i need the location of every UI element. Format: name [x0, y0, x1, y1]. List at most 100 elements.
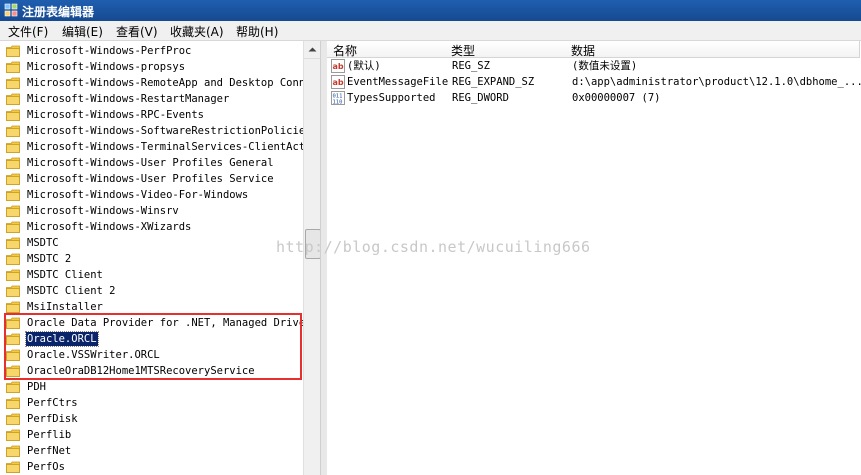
binary-value-icon: 011 110 [331, 91, 345, 105]
folder-icon [6, 189, 20, 201]
tree-item-label: Microsoft-Windows-PerfProc [27, 45, 192, 57]
folder-icon [6, 173, 20, 185]
title-bar: 注册表编辑器 [0, 0, 861, 21]
tree-item[interactable]: Microsoft-Windows-RestartManager [0, 91, 305, 107]
tree-item-label: Microsoft-Windows-RPC-Events [27, 109, 205, 121]
tree-item[interactable]: Microsoft-Windows-RPC-Events [0, 107, 305, 123]
highlight-annotation-box [4, 313, 302, 380]
folder-icon [6, 413, 20, 425]
tree-item-label: MSDTC 2 [27, 253, 72, 265]
value-type: REG_DWORD [452, 92, 509, 104]
column-header-type[interactable]: 类型 [445, 41, 566, 58]
tree-item[interactable]: PerfDisk [0, 411, 305, 427]
arrow-up-icon [308, 47, 317, 52]
column-header-name[interactable]: 名称 [327, 41, 446, 58]
tree-item[interactable]: Microsoft-Windows-Video-For-Windows [0, 187, 305, 203]
tree-item-label: Microsoft-Windows-Video-For-Windows [27, 189, 249, 201]
value-row[interactable]: ab (默认) REG_SZ (数值未设置) [327, 58, 861, 74]
value-data: 0x00000007 (7) [572, 92, 661, 104]
folder-icon [6, 157, 20, 169]
value-name: TypesSupported [347, 92, 436, 104]
value-type: REG_EXPAND_SZ [452, 76, 535, 88]
menu-file[interactable]: 文件(F) [8, 23, 48, 40]
tree-item[interactable]: MSDTC [0, 235, 305, 251]
value-data: d:\app\administrator\product\12.1.0\dbho… [572, 76, 861, 88]
tree-scrollbar[interactable] [303, 41, 321, 475]
folder-icon [6, 301, 20, 313]
tree-item[interactable]: Microsoft-Windows-TerminalServices-Clien… [0, 139, 318, 155]
tree-item-label: PerfOs [27, 461, 65, 473]
value-name: EventMessageFile [347, 76, 449, 88]
key-tree[interactable]: Microsoft-Windows-PerfProc Microsoft-Wind… [0, 41, 320, 475]
tree-item-label: MsiInstaller [27, 301, 103, 313]
folder-icon [6, 61, 20, 73]
column-header-data[interactable]: 数据 [565, 41, 860, 58]
tree-item[interactable]: Microsoft-Windows-User Profiles Service [0, 171, 305, 187]
folder-icon [6, 125, 20, 137]
tree-item[interactable]: MSDTC Client 2 [0, 283, 305, 299]
tree-item-label: PerfCtrs [27, 397, 78, 409]
tree-item-label: Perflib [27, 429, 72, 441]
folder-icon [6, 205, 20, 217]
folder-icon [6, 237, 20, 249]
tree-item[interactable]: Microsoft-Windows-XWizards [0, 219, 305, 235]
tree-item[interactable]: Microsoft-Windows-SoftwareRestrictionPol… [0, 123, 311, 139]
folder-icon [6, 141, 20, 153]
folder-icon [6, 445, 20, 457]
watermark: http://blog.csdn.net/wucuiling666 [276, 238, 591, 256]
tree-item-label: MSDTC Client [27, 269, 103, 281]
tree-item[interactable]: MSDTC 2 [0, 251, 305, 267]
menu-favorites[interactable]: 收藏夹(A) [170, 23, 224, 40]
menu-help[interactable]: 帮助(H) [236, 23, 278, 40]
tree-item[interactable]: PerfCtrs [0, 395, 305, 411]
tree-item[interactable]: Microsoft-Windows-PerfProc [0, 43, 305, 59]
folder-icon [6, 381, 20, 393]
folder-icon [6, 461, 20, 473]
tree-item[interactable]: Perflib [0, 427, 305, 443]
menu-bar: 文件(F) 编辑(E) 查看(V) 收藏夹(A) 帮助(H) [0, 21, 861, 41]
folder-icon [6, 253, 20, 265]
folder-icon [6, 429, 20, 441]
folder-icon [6, 397, 20, 409]
value-row[interactable]: ab EventMessageFile REG_EXPAND_SZ d:\app… [327, 74, 861, 90]
tree-item-label: Microsoft-Windows-User Profiles General [27, 157, 274, 169]
tree-item[interactable]: Microsoft-Windows-RemoteApp and Desktop … [0, 75, 318, 91]
tree-item-label: PerfNet [27, 445, 72, 457]
menu-view[interactable]: 查看(V) [116, 23, 158, 40]
value-row[interactable]: 011 110 TypesSupported REG_DWORD 0x00000… [327, 90, 861, 106]
tree-item-label: MSDTC [27, 237, 59, 249]
tree-item-label: Microsoft-Windows-RemoteApp and Desktop … [27, 77, 318, 89]
folder-icon [6, 45, 20, 57]
menu-edit[interactable]: 编辑(E) [62, 23, 103, 40]
tree-item[interactable]: PerfNet [0, 443, 305, 459]
value-name: (默认) [347, 60, 381, 72]
tree-item-label: PerfDisk [27, 413, 78, 425]
window-title: 注册表编辑器 [22, 5, 95, 19]
folder-icon [6, 109, 20, 121]
folder-icon [6, 77, 20, 89]
tree-item-label: MSDTC Client 2 [27, 285, 116, 297]
tree-item-label: PDH [27, 381, 46, 393]
tree-item-label: Microsoft-Windows-XWizards [27, 221, 192, 233]
tree-item[interactable]: Microsoft-Windows-Winsrv [0, 203, 305, 219]
tree-item-label: Microsoft-Windows-Winsrv [27, 205, 179, 217]
value-list[interactable]: 名称 类型 数据 ab (默认) REG_SZ (数值未设置) ab Event… [327, 41, 861, 475]
tree-item-label: Microsoft-Windows-RestartManager [27, 93, 230, 105]
tree-item-label: Microsoft-Windows-propsys [27, 61, 186, 73]
tree-item[interactable]: Microsoft-Windows-propsys [0, 59, 305, 75]
tree-item[interactable]: Microsoft-Windows-User Profiles General [0, 155, 305, 171]
registry-editor-icon [4, 3, 18, 17]
string-value-icon: ab [331, 59, 345, 73]
tree-item[interactable]: PDH [0, 379, 305, 395]
value-type: REG_SZ [452, 60, 490, 72]
tree-item[interactable]: PerfOs [0, 459, 305, 475]
svg-text:ab: ab [333, 78, 344, 87]
svg-text:110: 110 [333, 100, 343, 106]
tree-item-label: Microsoft-Windows-SoftwareRestrictionPol… [27, 125, 312, 137]
tree-item[interactable]: MSDTC Client [0, 267, 305, 283]
folder-icon [6, 285, 20, 297]
tree-item-label: Microsoft-Windows-TerminalServices-Clien… [27, 141, 318, 153]
svg-text:ab: ab [333, 62, 344, 71]
scroll-up-button[interactable] [304, 41, 321, 59]
tree-item-label: Microsoft-Windows-User Profiles Service [27, 173, 274, 185]
